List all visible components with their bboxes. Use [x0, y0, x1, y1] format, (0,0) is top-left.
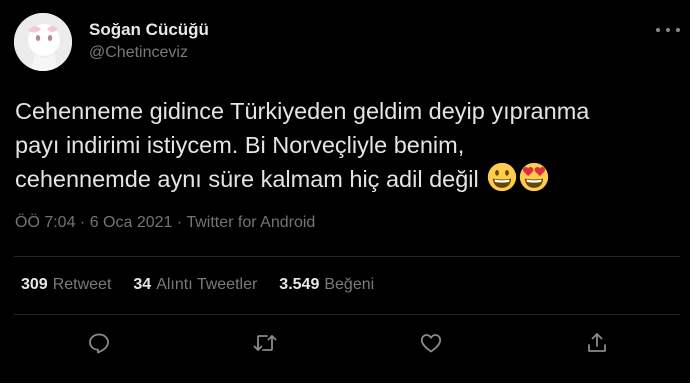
divider: [14, 314, 680, 315]
quote-count-label: Alıntı Tweetler: [156, 276, 258, 293]
like-count[interactable]: 3.549 Beğeni: [279, 276, 374, 294]
tweet-text-line-last: cehennemde aynı süre kalmam hiç adil değ…: [15, 162, 680, 196]
reply-icon: [89, 333, 109, 354]
retweet-count-label: Retweet: [52, 276, 112, 293]
retweet-icon: [253, 335, 277, 351]
display-name[interactable]: Soğan Cücüğü: [89, 20, 209, 40]
divider: [14, 256, 680, 257]
quote-count-value: 34: [133, 276, 152, 293]
share-button[interactable]: [584, 330, 610, 356]
retweet-count-value: 309: [21, 276, 48, 293]
tweet-text: Cehenneme gidince Türkiyeden geldim deyi…: [15, 94, 680, 196]
tweet-text-line-content: cehennemde aynı süre kalmam hiç adil değ…: [15, 166, 479, 192]
tweet-text-line: payı indirimi istiycem. Bi Norveçliyle b…: [15, 132, 465, 158]
like-count-value: 3.549: [279, 276, 320, 293]
tweet-timestamp-source[interactable]: ÖÖ 7:04 · 6 Oca 2021 · Twitter for Andro…: [15, 214, 315, 232]
engagement-stats: 309 Retweet 34 Alıntı Tweetler 3.549 Beğeni: [21, 276, 396, 294]
more-options-icon[interactable]: [656, 24, 680, 36]
like-button[interactable]: [418, 330, 444, 356]
share-icon: [588, 333, 606, 352]
tweet-text-line: Cehenneme gidince Türkiyeden geldim deyi…: [15, 98, 590, 124]
reply-button[interactable]: [86, 330, 112, 356]
heart-eyes-emoji-icon: [520, 162, 549, 192]
like-icon: [420, 334, 442, 353]
grinning-face-emoji-icon: [488, 162, 517, 192]
retweet-button[interactable]: [252, 330, 278, 356]
avatar[interactable]: [14, 13, 72, 71]
like-count-label: Beğeni: [324, 276, 375, 293]
quote-count[interactable]: 34 Alıntı Tweetler: [133, 276, 257, 294]
retweet-count[interactable]: 309 Retweet: [21, 276, 111, 294]
user-handle[interactable]: @Chetinceviz: [89, 44, 188, 62]
tweet-card: Soğan Cücüğü @Chetinceviz Cehenneme gidi…: [0, 0, 690, 383]
